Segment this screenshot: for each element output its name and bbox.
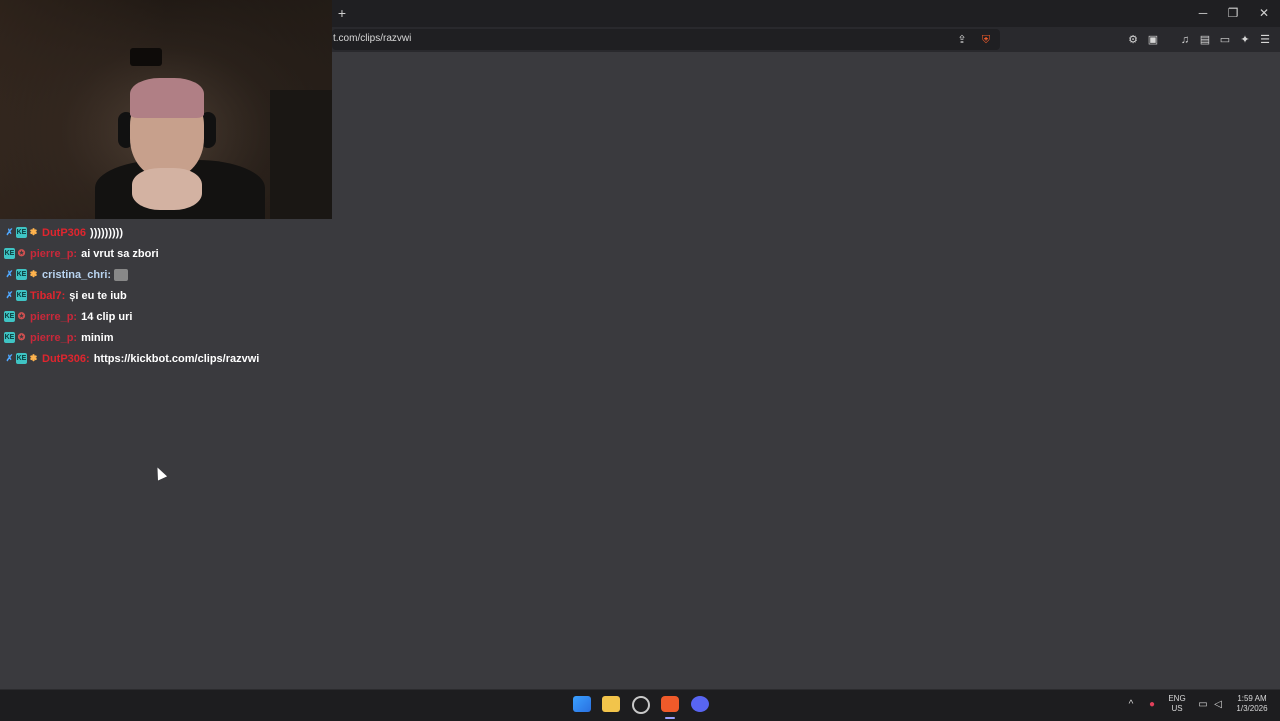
sub-badge-icon: KE <box>4 311 15 322</box>
gift-badge-icon: ✽ <box>29 353 38 363</box>
chat-message-text: minim <box>81 331 114 344</box>
chat-username[interactable]: Tibal7: <box>30 290 65 302</box>
star-badge-icon: ✪ <box>17 332 26 342</box>
media-icon[interactable]: ♫ <box>1178 33 1192 47</box>
discord-icon[interactable] <box>691 696 709 712</box>
restore-button[interactable]: ❐ <box>1223 4 1243 22</box>
leo-ai-icon[interactable]: ✦ <box>1238 33 1252 47</box>
clock[interactable]: 1:59 AM 1/3/2026 <box>1228 694 1276 714</box>
star-badge-icon: ✪ <box>17 311 26 321</box>
webcam-streamer-hand <box>132 168 202 210</box>
sub-badge-icon: KE <box>16 227 27 238</box>
sub-badge-icon: KE <box>16 290 27 301</box>
address-bar-text: t.com/clips/razvwi <box>333 33 412 44</box>
chat-message-text: https://kickbot.com/clips/razvwi <box>93 352 260 365</box>
brave-shields-icon[interactable]: ⛨ <box>979 33 993 47</box>
mouse-cursor <box>152 465 168 481</box>
chat-message: ✗ KE ✽ DutP306: https://kickbot.com/clips/ra… <box>0 348 330 369</box>
active-app-indicator <box>665 717 675 719</box>
language-indicator[interactable]: ENG US <box>1167 694 1187 714</box>
chat-message: ✗ KE Tibal7: și eu te iub <box>0 285 330 306</box>
sidebar-icon[interactable]: ▤ <box>1198 33 1212 47</box>
tab-search-icon[interactable]: ▣ <box>1146 33 1160 47</box>
webcam-chair <box>270 90 332 219</box>
chat-message: ✗ KE ✽ DutP306))))))))) <box>0 222 330 243</box>
chat-username[interactable]: cristina_chri: <box>42 269 111 281</box>
chat-message-text: ))))))))) <box>90 226 123 239</box>
share-icon[interactable]: ⇪ <box>955 33 969 47</box>
webcam-overlay <box>0 0 332 219</box>
sword-badge-icon: ✗ <box>5 227 14 237</box>
new-tab-button[interactable]: + <box>336 5 348 21</box>
chat-message-text: și eu te iub <box>69 289 127 302</box>
network-icon[interactable]: ▭ <box>1197 699 1209 710</box>
language-region: US <box>1171 704 1183 713</box>
chat-message: ✗ KE ✽ cristina_chri: <box>0 264 330 285</box>
minimize-button[interactable]: ─ <box>1193 4 1213 22</box>
chat-overlay: ✗ KE ✽ DutP306))))))))) KE ✪ pierre_p: ai vrut … <box>0 222 330 369</box>
webcam-streamer-cap <box>130 78 204 118</box>
volume-icon[interactable]: ◁ <box>1212 699 1224 710</box>
wallet-icon[interactable]: ▭ <box>1218 33 1232 47</box>
clock-time: 1:59 AM <box>1237 694 1267 703</box>
chat-message: KE ✪ pierre_p: ai vrut sa zbori <box>0 243 330 264</box>
webcam-wall-object <box>130 48 162 66</box>
chat-username[interactable]: pierre_p: <box>30 332 77 344</box>
menu-icon[interactable]: ☰ <box>1258 33 1272 47</box>
gift-badge-icon: ✽ <box>29 269 38 279</box>
sub-badge-icon: KE <box>4 332 15 343</box>
tray-overflow-icon[interactable]: ^ <box>1125 699 1137 710</box>
sword-badge-icon: ✗ <box>5 353 14 363</box>
sword-badge-icon: ✗ <box>5 269 14 279</box>
clock-date: 1/3/2026 <box>1236 704 1268 713</box>
microphone-icon[interactable]: ● <box>1146 699 1158 710</box>
steam-icon[interactable] <box>632 696 650 714</box>
chat-message: KE ✪ pierre_p: 14 clip uri <box>0 306 330 327</box>
windows-start-icon[interactable] <box>573 696 591 712</box>
chat-username[interactable]: pierre_p: <box>30 248 77 260</box>
brave-browser-icon[interactable] <box>661 696 679 712</box>
file-explorer-icon[interactable] <box>602 696 620 712</box>
sub-badge-icon: KE <box>4 248 15 259</box>
chat-message-text: 14 clip uri <box>81 310 133 323</box>
gift-badge-icon: ✽ <box>29 227 38 237</box>
chat-message: KE ✪ pierre_p: minim <box>0 327 330 348</box>
language-code: ENG <box>1168 694 1186 703</box>
sub-badge-icon: KE <box>16 353 27 364</box>
close-button[interactable]: ✕ <box>1254 4 1274 22</box>
sub-badge-icon: KE <box>16 269 27 280</box>
chat-username[interactable]: pierre_p: <box>30 311 77 323</box>
star-badge-icon: ✪ <box>17 248 26 258</box>
extensions-icon[interactable]: ⚙ <box>1126 33 1140 47</box>
chat-emote-icon <box>114 268 129 281</box>
chat-username[interactable]: DutP306: <box>42 353 90 365</box>
sword-badge-icon: ✗ <box>5 290 14 300</box>
address-bar[interactable] <box>332 29 1000 50</box>
chat-username[interactable]: DutP306 <box>42 227 86 239</box>
chat-message-text: ai vrut sa zbori <box>81 247 159 260</box>
